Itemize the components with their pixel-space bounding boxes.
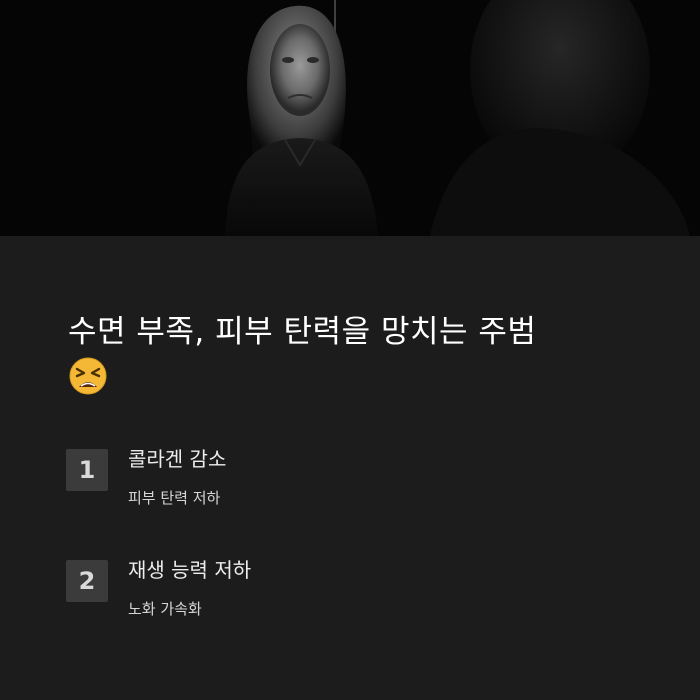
headline: 수면 부족, 피부 탄력을 망치는 주범 [68, 310, 648, 396]
content-panel: 수면 부족, 피부 탄력을 망치는 주범 1 콜라겐 감소 피부 탄력 저하 2… [0, 236, 700, 700]
item-title: 콜라겐 감소 [128, 447, 227, 471]
item-title: 재생 능력 저하 [128, 558, 252, 582]
item-number-badge: 2 [66, 560, 108, 602]
hero-photo [0, 0, 700, 236]
item-subtitle: 노화 가속화 [128, 600, 202, 618]
item-subtitle: 피부 탄력 저하 [128, 489, 221, 507]
hero-image [0, 0, 700, 236]
tired-face-emoji-icon [69, 357, 107, 395]
item-number-badge: 1 [66, 449, 108, 491]
page: 수면 부족, 피부 탄력을 망치는 주범 1 콜라겐 감소 피부 탄력 저하 2… [0, 0, 700, 700]
page-title: 수면 부족, 피부 탄력을 망치는 주범 [68, 314, 537, 350]
